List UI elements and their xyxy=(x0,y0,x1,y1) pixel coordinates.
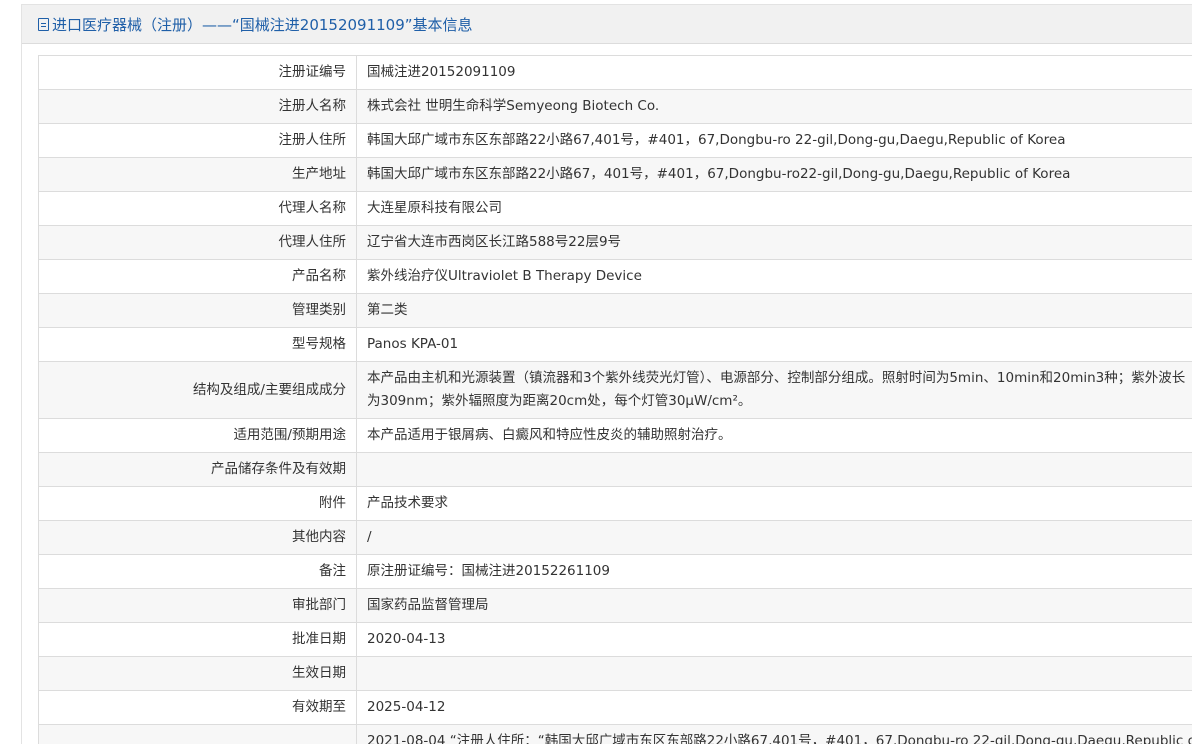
table-row: 注册人住所 韩国大邱广域市东区东部路22小路67,401号，#401，67,Do… xyxy=(39,124,1192,158)
table-row: 批准日期 2020-04-13 xyxy=(39,623,1192,657)
row-value: 2020-04-13 xyxy=(357,623,1192,657)
page-title: 进口医疗器械（注册）——“国械注进20152091109”基本信息 xyxy=(52,14,473,35)
table-row: 注册证编号 国械注进20152091109 xyxy=(39,56,1192,90)
row-label: 注册人住所 xyxy=(39,124,357,158)
table-row: 附件 产品技术要求 xyxy=(39,487,1192,521)
row-label: 产品储存条件及有效期 xyxy=(39,453,357,487)
table-row: 生产地址 韩国大邱广域市东区东部路22小路67，401号，#401，67,Don… xyxy=(39,158,1192,192)
table-row: 有效期至 2025-04-12 xyxy=(39,691,1192,725)
table-row: 其他内容 / xyxy=(39,521,1192,555)
row-value: 株式会社 世明生命科学Semyeong Biotech Co. xyxy=(357,90,1192,124)
table-row: 备注 原注册证编号：国械注进20152261109 xyxy=(39,555,1192,589)
row-value: 大连星原科技有限公司 xyxy=(357,192,1192,226)
row-label: 其他内容 xyxy=(39,521,357,555)
row-value: 国械注进20152091109 xyxy=(357,56,1192,90)
table-row: 适用范围/预期用途 本产品适用于银屑病、白癜风和特应性皮炎的辅助照射治疗。 xyxy=(39,419,1192,453)
row-value: 本产品由主机和光源装置（镇流器和3个紫外线荧光灯管）、电源部分、控制部分组成。照… xyxy=(357,362,1192,419)
table-row: 结构及组成/主要组成成分 本产品由主机和光源装置（镇流器和3个紫外线荧光灯管）、… xyxy=(39,362,1192,419)
detail-panel: 进口医疗器械（注册）——“国械注进20152091109”基本信息 注册证编号 … xyxy=(21,4,1192,744)
row-label: 代理人住所 xyxy=(39,226,357,260)
row-value: 辽宁省大连市西岗区长江路588号22层9号 xyxy=(357,226,1192,260)
table-row: 代理人住所 辽宁省大连市西岗区长江路588号22层9号 xyxy=(39,226,1192,260)
table-row: 产品名称 紫外线治疗仪Ultraviolet B Therapy Device xyxy=(39,260,1192,294)
row-value: Panos KPA-01 xyxy=(357,328,1192,362)
row-value xyxy=(357,453,1192,487)
table-row: 生效日期 xyxy=(39,657,1192,691)
row-value: 紫外线治疗仪Ultraviolet B Therapy Device xyxy=(357,260,1192,294)
table-row: 注册人名称 株式会社 世明生命科学Semyeong Biotech Co. xyxy=(39,90,1192,124)
row-value: 第二类 xyxy=(357,294,1192,328)
row-value: 2021-08-04 “注册人住所：“韩国大邱广域市东区东部路22小路67,40… xyxy=(357,725,1192,744)
row-value: 产品技术要求 xyxy=(357,487,1192,521)
table-row: 型号规格 Panos KPA-01 xyxy=(39,328,1192,362)
table-row: 2021-08-04 “注册人住所：“韩国大邱广域市东区东部路22小路67,40… xyxy=(39,725,1192,744)
row-label: 批准日期 xyxy=(39,623,357,657)
document-icon xyxy=(38,18,49,31)
info-table: 注册证编号 国械注进20152091109 注册人名称 株式会社 世明生命科学S… xyxy=(38,55,1192,744)
page-title-bar: 进口医疗器械（注册）——“国械注进20152091109”基本信息 xyxy=(22,5,1192,44)
row-label: 审批部门 xyxy=(39,589,357,623)
table-row: 产品储存条件及有效期 xyxy=(39,453,1192,487)
row-value: 国家药品监督管理局 xyxy=(357,589,1192,623)
row-label: 产品名称 xyxy=(39,260,357,294)
table-row: 管理类别 第二类 xyxy=(39,294,1192,328)
table-row: 代理人名称 大连星原科技有限公司 xyxy=(39,192,1192,226)
row-value: 韩国大邱广域市东区东部路22小路67，401号，#401，67,Dongbu-r… xyxy=(357,158,1192,192)
row-value: 2025-04-12 xyxy=(357,691,1192,725)
table-row: 审批部门 国家药品监督管理局 xyxy=(39,589,1192,623)
row-value xyxy=(357,657,1192,691)
row-label: 附件 xyxy=(39,487,357,521)
row-label: 生效日期 xyxy=(39,657,357,691)
row-label: 注册人名称 xyxy=(39,90,357,124)
row-label xyxy=(39,725,357,744)
row-label: 注册证编号 xyxy=(39,56,357,90)
row-value: 本产品适用于银屑病、白癜风和特应性皮炎的辅助照射治疗。 xyxy=(357,419,1192,453)
row-label: 备注 xyxy=(39,555,357,589)
row-label: 结构及组成/主要组成成分 xyxy=(39,362,357,419)
row-label: 代理人名称 xyxy=(39,192,357,226)
row-value: / xyxy=(357,521,1192,555)
row-label: 适用范围/预期用途 xyxy=(39,419,357,453)
row-value: 韩国大邱广域市东区东部路22小路67,401号，#401，67,Dongbu-r… xyxy=(357,124,1192,158)
row-label: 生产地址 xyxy=(39,158,357,192)
row-label: 管理类别 xyxy=(39,294,357,328)
row-label: 有效期至 xyxy=(39,691,357,725)
row-value: 原注册证编号：国械注进20152261109 xyxy=(357,555,1192,589)
row-label: 型号规格 xyxy=(39,328,357,362)
